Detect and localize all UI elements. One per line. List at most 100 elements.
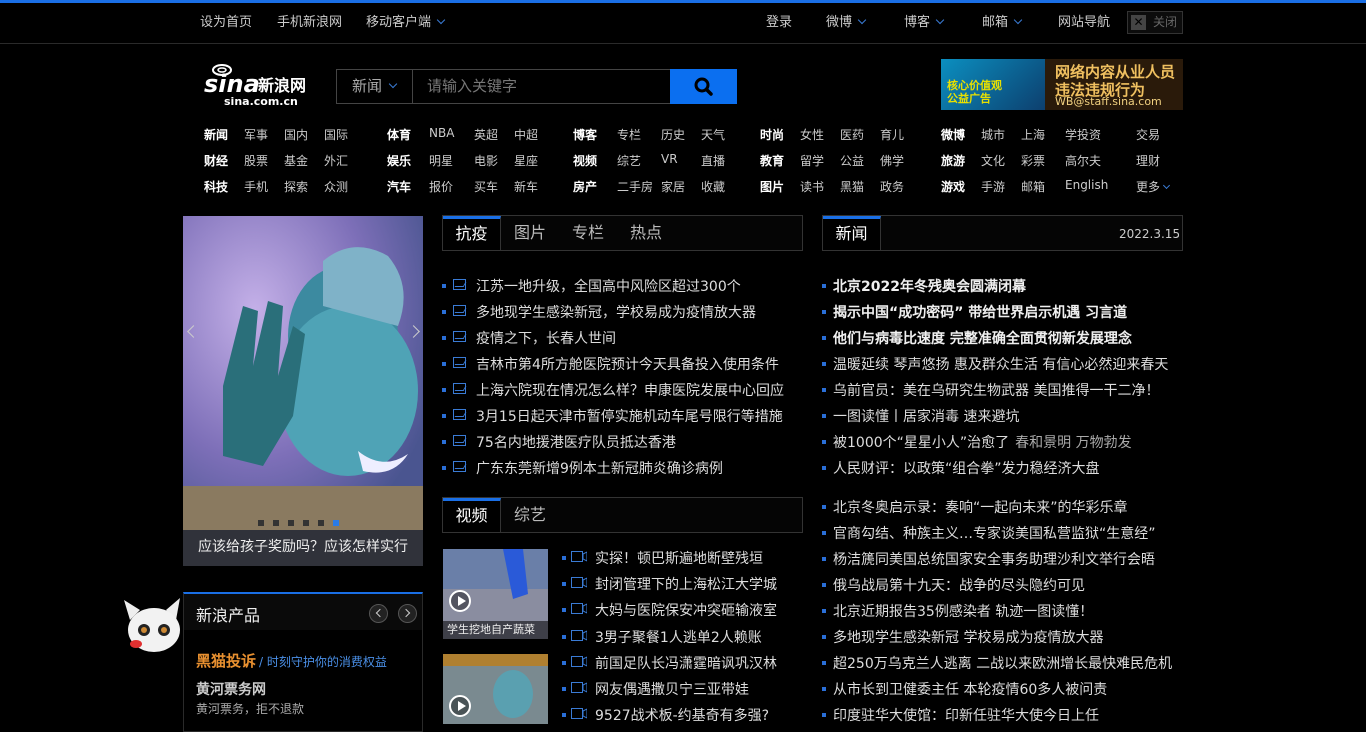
news-link[interactable]: 疫情之下，长春人世间 [476,328,616,348]
nav-link[interactable]: 图片 [760,178,784,195]
nav-link[interactable]: 科技 [204,178,228,195]
nav-link[interactable]: 买车 [474,178,498,195]
heimao-complaint-link[interactable]: 黑猫投诉 [196,650,256,671]
nav-link[interactable]: 手机 [244,178,268,195]
tab-epidemic[interactable]: 抗疫 [443,216,501,250]
tab-hot[interactable]: 热点 [617,216,675,250]
photo-slider[interactable]: 应该给孩子奖励吗？应该怎样实行 [183,216,423,566]
headline-link[interactable]: 一图读懂丨居家消毒 速来避坑 [833,406,1019,426]
slider-dot[interactable] [318,520,324,526]
nav-link[interactable]: 博客 [573,126,597,143]
nav-link[interactable]: 交易 [1136,126,1160,143]
nav-link[interactable]: 读书 [800,178,824,195]
nav-link[interactable]: 综艺 [617,152,641,169]
products-next-button[interactable] [398,604,417,623]
weibo-menu[interactable]: 微博 [826,3,867,43]
tab-columns[interactable]: 专栏 [559,216,617,250]
huanghe-ticket-desc[interactable]: 黄河票务，拒不退款 [196,700,304,717]
nav-link[interactable]: 明星 [429,152,453,169]
nav-link[interactable]: 家居 [661,178,685,195]
video-news-link[interactable]: 3男子聚餐1人逃单2人赖账 [595,627,762,647]
nav-link[interactable]: 新闻 [204,126,228,143]
video-news-link[interactable]: 9527战术板-约基奇有多强? [595,705,769,725]
nav-link[interactable]: VR [661,152,678,166]
video-news-link[interactable]: 实探！顿巴斯遍地断壁残垣 [595,548,763,568]
slider-dot[interactable] [303,520,309,526]
news-link[interactable]: 北京近期报告35例感染者 轨迹一图读懂！ [833,601,1093,621]
video-news-link[interactable]: 网友偶遇撒贝宁三亚带娃 [595,679,749,699]
close-button[interactable]: ✕ 关闭 [1127,11,1183,34]
mobile-sina-link[interactable]: 手机新浪网 [277,3,342,43]
nav-link[interactable]: 体育 [387,126,411,143]
nav-link[interactable]: 黑猫 [840,178,864,195]
blog-menu[interactable]: 博客 [904,3,945,43]
nav-link[interactable]: 财经 [204,152,228,169]
more-menu[interactable]: 更多 [1136,178,1171,195]
nav-link[interactable]: 学投资 [1065,126,1101,143]
nav-link[interactable]: English [1065,178,1108,192]
nav-link[interactable]: 众测 [324,178,348,195]
nav-link[interactable]: 旅游 [941,152,965,169]
nav-link[interactable]: 娱乐 [387,152,411,169]
nav-link[interactable]: 视频 [573,152,597,169]
nav-link[interactable]: 医药 [840,126,864,143]
headline-link[interactable]: 温暖延续 琴声悠扬 惠及群众生活 有信心必然迎来春天 [833,354,1168,374]
nav-link[interactable]: 探索 [284,178,308,195]
news-link[interactable]: 杨洁篪同美国总统国家安全事务助理沙利文举行会晤 [833,549,1155,569]
nav-link[interactable]: 电影 [474,152,498,169]
nav-link[interactable]: 理财 [1136,152,1160,169]
headline-link[interactable]: 人民财评：以政策“组合拳”发力稳经济大盘 [833,458,1100,478]
nav-link[interactable]: 房产 [573,178,597,195]
nav-link[interactable]: 中超 [514,126,538,143]
news-link[interactable]: 印度驻华大使馆：印新任驻华大使今日上任 [833,705,1099,725]
nav-link[interactable]: 时尚 [760,126,784,143]
nav-link[interactable]: NBA [429,126,454,140]
sina-logo[interactable]: sina 新浪网 sina.com.cn [204,60,314,108]
nav-link[interactable]: 微博 [941,126,965,143]
nav-link[interactable]: 城市 [981,126,1005,143]
nav-link[interactable]: 外汇 [324,152,348,169]
news-link[interactable]: 超250万乌克兰人逃离 二战以来欧洲增长最快难民危机 [833,653,1172,673]
nav-link[interactable]: 彩票 [1021,152,1045,169]
nav-link[interactable]: 女性 [800,126,824,143]
nav-link[interactable]: 直播 [701,152,725,169]
slider-dot[interactable] [258,520,264,526]
nav-link[interactable]: 英超 [474,126,498,143]
video-thumbnail[interactable] [443,654,548,724]
login-link[interactable]: 登录 [766,3,792,43]
headline-link[interactable]: 揭示中国“成功密码” 带给世界启示机遇 习言道 [833,302,1127,322]
news-link[interactable]: 多地现学生感染新冠，学校易成为疫情放大器 [476,302,756,322]
mail-menu[interactable]: 邮箱 [982,3,1023,43]
nav-link[interactable]: 收藏 [701,178,725,195]
tab-news[interactable]: 新闻 [823,216,881,250]
nav-link[interactable]: 公益 [840,152,864,169]
news-link[interactable]: 吉林市第4所方舱医院预计今天具备投入使用条件 [476,354,779,374]
nav-link[interactable]: 文化 [981,152,1005,169]
slider-dot[interactable] [273,520,279,526]
nav-link[interactable]: 汽车 [387,178,411,195]
tab-pictures[interactable]: 图片 [501,216,559,250]
search-category-select[interactable]: 新闻 [336,69,412,104]
video-thumbnail[interactable]: 学生挖地自产蔬菜 [443,549,548,639]
slider-dot[interactable] [288,520,294,526]
headline-link[interactable]: 北京2022年冬残奥会圆满闭幕 [833,276,1026,296]
nav-link[interactable]: 天气 [701,126,725,143]
video-news-link[interactable]: 大妈与医院保安冲突砸输液室 [595,600,777,620]
headline-link[interactable]: 被1000个“星星小人”治愈了 春和景明 万物勃发 [833,432,1132,452]
search-button[interactable] [670,69,737,104]
headline-link[interactable]: 他们与病毒比速度 完整准确全面贯彻新发展理念 [833,328,1132,348]
nav-link[interactable]: 二手房 [617,178,653,195]
nav-link[interactable]: 上海 [1021,126,1045,143]
products-prev-button[interactable] [369,604,388,623]
slider-dot[interactable] [333,520,339,526]
nav-link[interactable]: 佛学 [880,152,904,169]
nav-link[interactable]: 股票 [244,152,268,169]
nav-link[interactable]: 历史 [661,126,685,143]
nav-link[interactable]: 国际 [324,126,348,143]
nav-link[interactable]: 星座 [514,152,538,169]
nav-link[interactable]: 邮箱 [1021,178,1045,195]
nav-link[interactable]: 教育 [760,152,784,169]
news-link[interactable]: 多地现学生感染新冠 学校易成为疫情放大器 [833,627,1103,647]
news-link[interactable]: 官商勾结、种族主义…专家谈美国私营监狱“生意经” [833,523,1156,543]
nav-link[interactable]: 手游 [981,178,1005,195]
